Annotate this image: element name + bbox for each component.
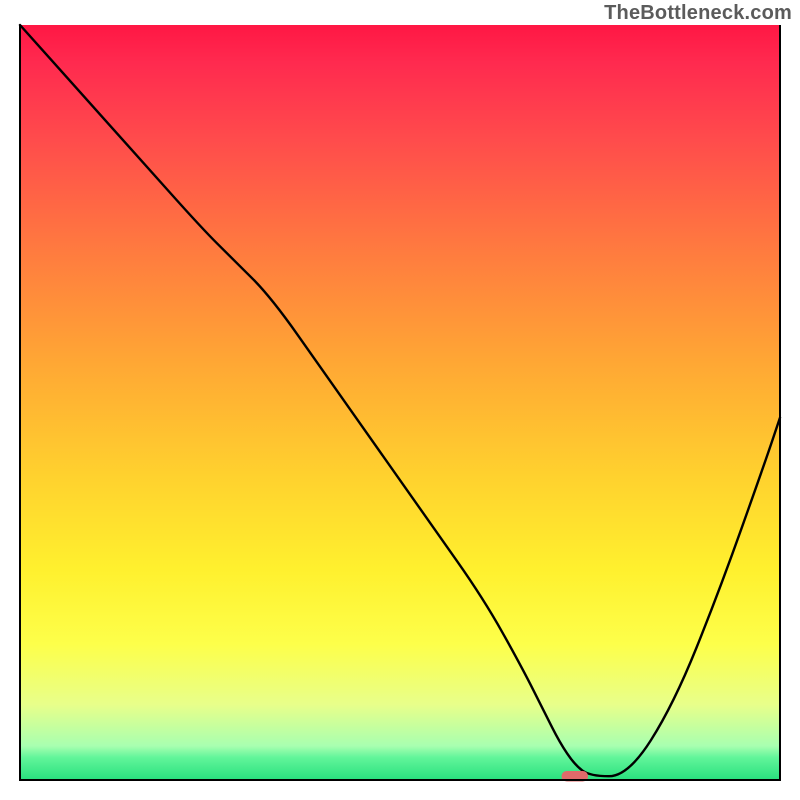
watermark-label: TheBottleneck.com [604, 2, 792, 25]
gradient-background [20, 25, 780, 780]
bottleneck-chart [0, 0, 800, 800]
chart-container: TheBottleneck.com [0, 0, 800, 800]
